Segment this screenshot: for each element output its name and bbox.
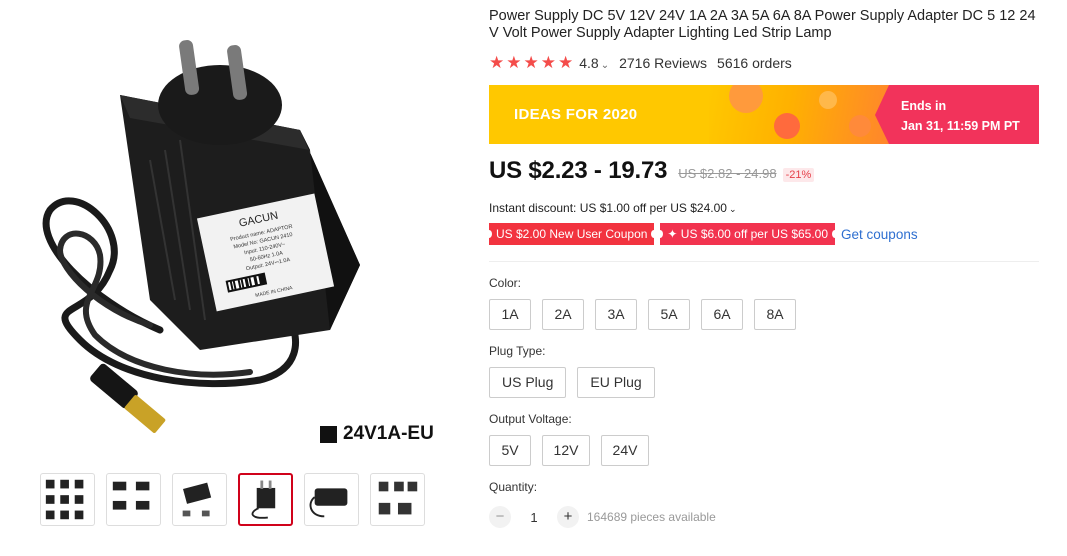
rating-number: 4.8 (579, 55, 599, 71)
orders-count: 5616 orders (717, 55, 792, 71)
thumbnail[interactable] (106, 473, 161, 526)
plug-type-label: Plug Type: (489, 344, 546, 358)
chevron-down-icon: ⌄ (600, 60, 610, 71)
reviews-link[interactable]: 2716 Reviews (619, 55, 707, 71)
chevron-down-icon: ⌄ (728, 204, 737, 214)
color-option-2a[interactable]: 2A (542, 299, 584, 330)
decor-bubble (819, 91, 837, 109)
stock-available: 164689 pieces available (587, 510, 716, 524)
product-title: Power Supply DC 5V 12V 24V 1A 2A 3A 5A 6… (489, 8, 1036, 41)
square-icon (320, 425, 337, 443)
decor-bubble (849, 115, 871, 137)
increment-button[interactable]: + (557, 506, 579, 528)
voltage-option-24v[interactable]: 24V (601, 435, 649, 466)
color-option-5a[interactable]: 5A (648, 299, 690, 330)
get-coupons-link[interactable]: Get coupons (841, 227, 918, 242)
product-info: Power Supply DC 5V 12V 24V 1A 2A 3A 5A 6… (485, 8, 1049, 528)
rating-value[interactable]: 4.8 ⌄ (579, 55, 609, 71)
plug-option-us[interactable]: US Plug (489, 367, 567, 398)
new-user-coupon[interactable]: US $2.00 New User Coupon (485, 223, 658, 245)
instant-discount-text: Instant discount: US $1.00 off per US $2… (489, 201, 727, 215)
rating-row: ★ ★ ★ ★ ★ 4.8 ⌄ 2716 Reviews 5616 orders (489, 53, 1049, 72)
voltage-option-5v[interactable]: 5V (489, 435, 531, 466)
decor-bubble (774, 113, 800, 139)
color-option-6a[interactable]: 6A (701, 299, 743, 330)
color-option-3a[interactable]: 3A (595, 299, 637, 330)
store-coupon[interactable]: ✦ US $6.00 off per US $65.00 (657, 223, 838, 245)
voltage-option-12v[interactable]: 12V (542, 435, 590, 466)
promo-banner[interactable]: IDEAS FOR 2020 Ends in Jan 31, 11:59 PM … (489, 85, 1039, 144)
quantity-stepper: − 1 + 164689 pieces available (489, 506, 1049, 528)
star-icon: ★ (540, 53, 556, 72)
voltage-options: 5V 12V 24V (489, 435, 1049, 466)
promo-text: IDEAS FOR 2020 (514, 106, 638, 123)
main-product-image[interactable]: GACUN Product name: ADAPTOR Model No: GA… (0, 0, 470, 462)
coupon-row: US $2.00 New User Coupon ✦ US $6.00 off … (485, 223, 1049, 245)
thumbnail[interactable] (172, 473, 227, 526)
variant-caption: 24V1A-EU (320, 423, 434, 445)
adapter-illustration: GACUN Product name: ADAPTOR Model No: GA… (42, 40, 360, 433)
star-icon: ★ (558, 53, 574, 72)
countdown-box: Ends in Jan 31, 11:59 PM PT (875, 85, 1039, 144)
thumbnail[interactable] (370, 473, 425, 526)
discount-badge: -21% (782, 168, 815, 182)
instant-discount[interactable]: Instant discount: US $1.00 off per US $2… (489, 201, 1049, 215)
star-icon: ★ (506, 53, 522, 72)
plug-option-eu[interactable]: EU Plug (577, 367, 655, 398)
voltage-label: Output Voltage: (489, 412, 572, 426)
star-icon: ★ (523, 53, 539, 72)
ends-label: Ends in (901, 99, 947, 113)
product-gallery: GACUN Product name: ADAPTOR Model No: GA… (0, 0, 470, 556)
plug-options: US Plug EU Plug (489, 367, 1049, 398)
star-rating[interactable]: ★ ★ ★ ★ ★ (489, 53, 574, 72)
decrement-button[interactable]: − (489, 506, 511, 528)
current-price: US $2.23 - 19.73 (489, 157, 668, 184)
variant-caption-text: 24V1A-EU (343, 423, 434, 444)
thumbnail[interactable] (40, 473, 95, 526)
quantity-input[interactable]: 1 (511, 510, 557, 525)
original-price: US $2.82 - 24.98 (678, 166, 777, 181)
thumbnail-active[interactable] (238, 473, 293, 526)
price-row: US $2.23 - 19.73 US $2.82 - 24.98 -21% (489, 157, 1049, 185)
quantity-label: Quantity: (489, 480, 538, 494)
color-label: Color: (489, 276, 522, 290)
color-option-8a[interactable]: 8A (754, 299, 796, 330)
star-icon: ★ (489, 53, 505, 72)
thumbnail-strip (40, 473, 425, 526)
divider (489, 261, 1039, 262)
color-option-1a[interactable]: 1A (489, 299, 531, 330)
thumbnail[interactable] (304, 473, 359, 526)
ends-time: Jan 31, 11:59 PM PT (901, 119, 1020, 133)
color-options: 1A 2A 3A 5A 6A 8A (489, 299, 1049, 330)
